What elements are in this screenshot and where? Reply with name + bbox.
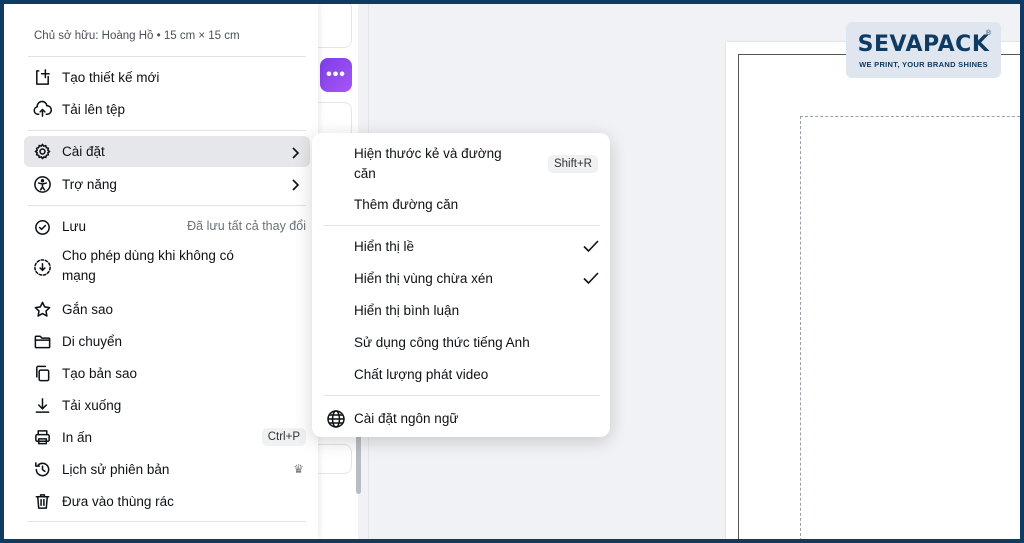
menu-item-offline[interactable]: Cho phép dùng khi không có mạng [24,246,310,288]
menu-separator [28,130,306,131]
chevron-right-icon [290,146,300,159]
panel-scrollbar[interactable] [356,434,361,494]
logo-tagline: WE PRINT, YOUR BRAND SHINES [859,59,988,69]
print-shortcut: Ctrl+P [261,428,306,446]
logo-registered-mark: ® [985,30,991,37]
copy-icon [31,362,53,384]
folder-icon [31,330,53,352]
submenu-item-english-formulas[interactable]: Sử dụng công thức tiếng Anh [354,331,600,355]
chevron-right-icon [290,179,300,191]
star-icon [31,298,53,320]
menu-item-duplicate[interactable]: Tạo bản sao [24,360,310,386]
menu-item-print[interactable]: In ấn Ctrl+P [24,424,310,450]
logo-text: SEVAPACK [857,31,990,57]
menu-item-settings[interactable]: Cài đặt [24,136,310,167]
check-icon [582,239,600,256]
check-icon [582,271,600,288]
submenu-item-show-comments[interactable]: Hiển thị bình luận [354,299,600,323]
download-icon [31,394,53,416]
app-frame: ••• SEVAPACK WE PRINT, YOUR BRAND SHINES… [4,4,1020,539]
submenu-item-language[interactable]: Cài đặt ngôn ngữ [354,407,600,431]
submenu-separator [324,225,600,226]
settings-submenu: Hiện thước kẻ và đường căn Shift+R Thêm … [312,133,610,437]
accessibility-icon [31,173,53,195]
menu-separator [28,205,306,206]
crown-icon: ♛ [293,462,304,476]
ruler-shortcut: Shift+R [547,155,598,173]
history-icon [31,458,53,480]
menu-item-trash[interactable]: Đưa vào thùng rác [24,488,310,514]
printer-icon [31,426,53,448]
submenu-item-ruler-guides[interactable]: Hiện thước kẻ và đường căn Shift+R [354,143,600,185]
cloud-upload-icon [31,98,53,120]
menu-item-new-design[interactable]: Tạo thiết kế mới [24,64,310,90]
submenu-item-add-guide[interactable]: Thêm đường căn [354,193,600,217]
sevapack-logo: SEVAPACK WE PRINT, YOUR BRAND SHINES ® [846,22,1001,78]
menu-item-save[interactable]: Lưu Đã lưu tất cả thay đổi [24,213,310,239]
more-options-button[interactable]: ••• [320,58,352,92]
globe-icon [326,409,346,429]
menu-item-version-history[interactable]: Lịch sử phiên bản ♛ [24,456,310,482]
submenu-item-show-bleed[interactable]: Hiển thị vùng chừa xén [354,267,600,291]
plus-page-icon [31,66,53,88]
menu-item-upload[interactable]: Tải lên tệp [24,96,310,122]
file-menu: Chủ sở hữu: Hoàng Hồ • 15 cm × 15 cm Tạo… [4,4,318,539]
menu-item-download[interactable]: Tải xuống [24,392,310,418]
gear-icon [31,141,53,163]
owner-info: Chủ sở hữu: Hoàng Hồ • 15 cm × 15 cm [34,30,240,42]
menu-item-accessibility[interactable]: Trợ năng [24,170,310,198]
save-status: Đã lưu tất cả thay đổi [187,219,306,233]
menu-item-move[interactable]: Di chuyển [24,328,310,354]
submenu-item-show-margins[interactable]: Hiển thị lề [354,235,600,259]
cloud-check-icon [31,215,53,237]
menu-item-star[interactable]: Gắn sao [24,296,310,322]
menu-separator [28,521,306,522]
submenu-separator [324,395,600,396]
offline-icon [31,256,53,278]
submenu-item-video-quality[interactable]: Chất lượng phát video [354,363,600,387]
menu-separator [28,56,306,57]
trash-icon [31,490,53,512]
canvas-bleed-guide [800,116,1020,539]
